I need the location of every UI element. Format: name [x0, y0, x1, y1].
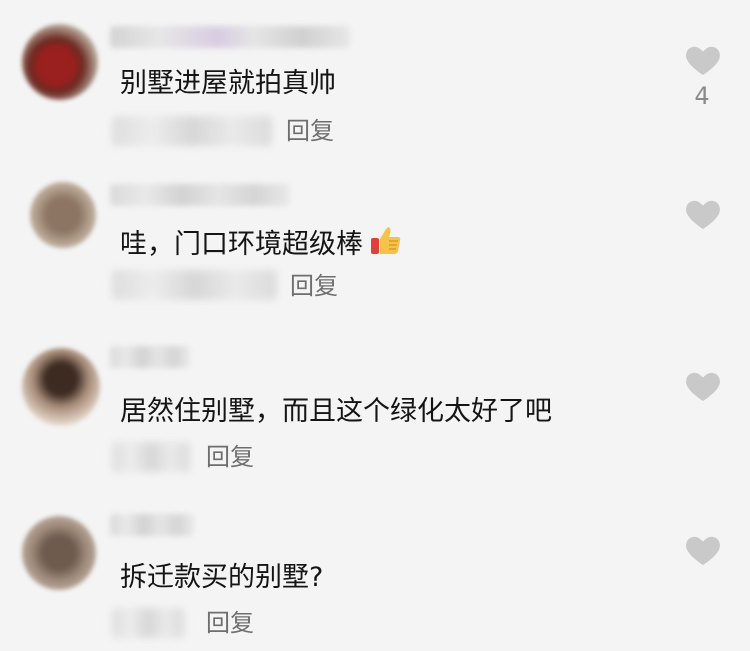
reply-button[interactable]: 回复 — [206, 608, 254, 638]
comment-meta-blurred — [112, 442, 190, 472]
comment-text: 拆迁款买的别墅? — [120, 562, 324, 593]
heart-icon[interactable] — [683, 530, 723, 570]
reply-button[interactable]: 回复 — [286, 116, 334, 146]
like-count: 4 — [694, 82, 710, 110]
reply-button[interactable]: 回复 — [290, 271, 338, 301]
comment-meta-blurred — [112, 608, 184, 638]
heart-icon[interactable] — [683, 40, 723, 80]
username-blurred[interactable] — [110, 26, 350, 48]
heart-icon[interactable] — [683, 194, 723, 234]
username-blurred[interactable] — [110, 514, 194, 536]
username-blurred[interactable] — [110, 184, 290, 206]
comment-text: 别墅进屋就拍真帅 — [120, 68, 336, 99]
avatar[interactable] — [22, 516, 96, 590]
avatar[interactable] — [22, 348, 100, 426]
comment-text-label: 哇，门口环境超级棒 — [120, 229, 363, 260]
comment-meta-blurred — [112, 270, 277, 300]
avatar[interactable] — [22, 24, 98, 100]
thumbs-up-icon — [371, 227, 401, 254]
heart-icon[interactable] — [683, 366, 723, 406]
comment-meta-blurred — [112, 116, 272, 146]
username-blurred[interactable] — [110, 346, 190, 368]
reply-button[interactable]: 回复 — [206, 442, 254, 472]
avatar[interactable] — [30, 182, 96, 248]
comment-text: 哇，门口环境超级棒 — [120, 224, 403, 263]
comment-text: 居然住别墅，而且这个绿化太好了吧 — [120, 396, 552, 427]
